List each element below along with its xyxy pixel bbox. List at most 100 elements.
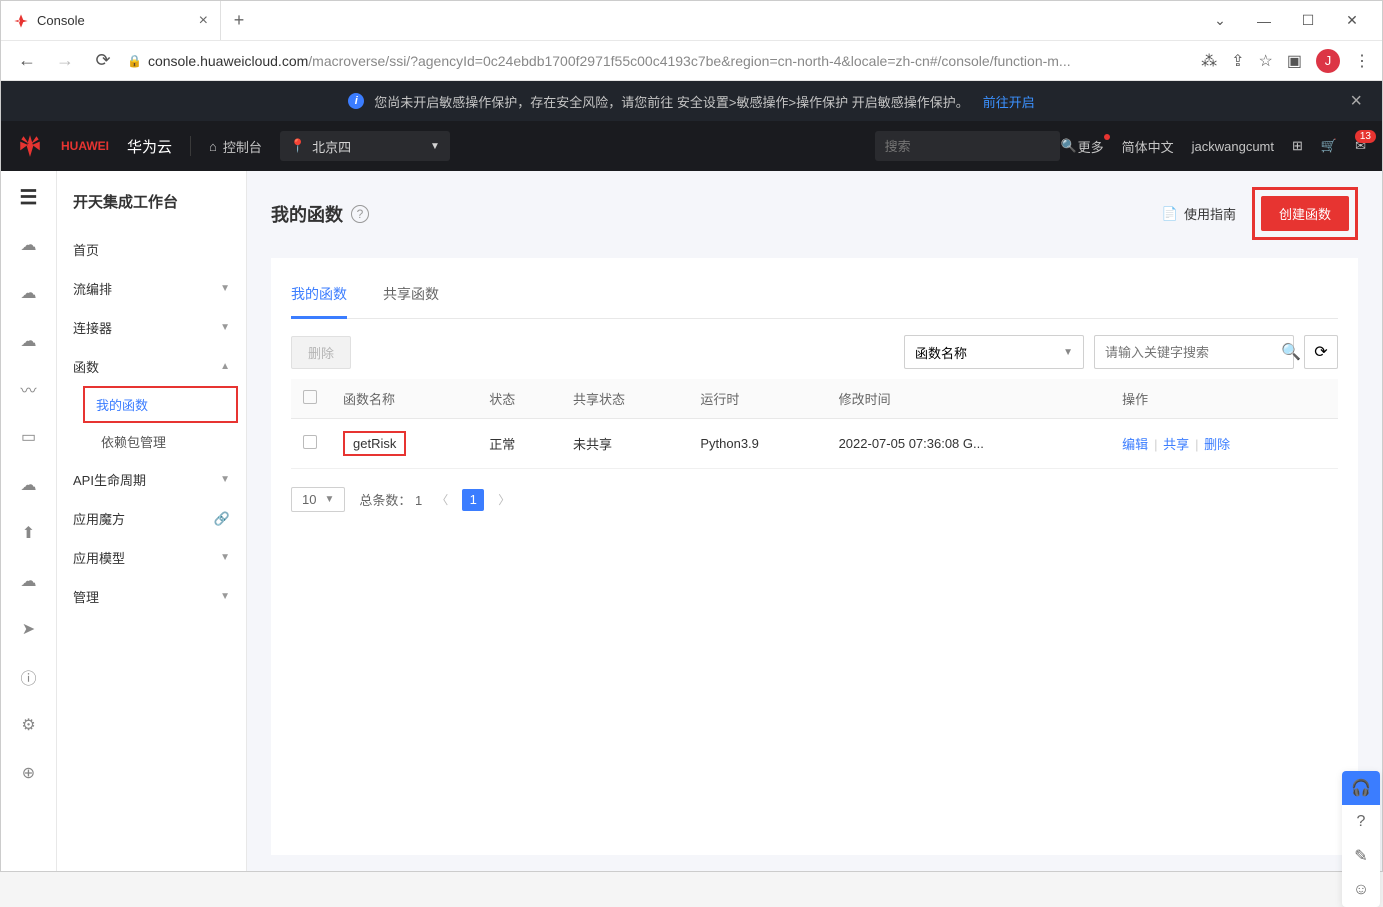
sidebar-item-flow[interactable]: 流编排▼: [57, 269, 246, 308]
current-page[interactable]: 1: [462, 489, 484, 511]
tab-close-icon[interactable]: ×: [199, 12, 208, 30]
tab-shared-functions[interactable]: 共享函数: [383, 276, 439, 318]
col-modify-time: 修改时间: [827, 379, 1110, 419]
sidebar-item-dependencies[interactable]: 依赖包管理: [85, 423, 246, 460]
prev-page-icon[interactable]: 〈: [436, 491, 448, 508]
tab-my-functions[interactable]: 我的函数: [291, 276, 347, 319]
back-icon[interactable]: ←: [13, 50, 41, 71]
cart-icon[interactable]: 🛒: [1321, 138, 1337, 154]
row-actions: 编辑| 共享| 删除: [1110, 419, 1338, 469]
bookmark-icon[interactable]: ☆: [1259, 51, 1273, 71]
refresh-button[interactable]: ⟳: [1304, 335, 1338, 369]
sidebar-item-app-model[interactable]: 应用模型▼: [57, 538, 246, 577]
browser-actions: ⁂ ⇪ ☆ ▣ J ⋮: [1201, 49, 1370, 73]
row-checkbox[interactable]: [303, 435, 317, 449]
support-headset-icon[interactable]: 🎧: [1342, 771, 1380, 805]
more-menu[interactable]: 更多: [1078, 137, 1104, 156]
forward-icon[interactable]: →: [51, 50, 79, 71]
action-share[interactable]: 共享: [1163, 437, 1189, 452]
next-page-icon[interactable]: 〉: [498, 491, 510, 508]
rail-device-icon[interactable]: ▭: [17, 425, 41, 449]
create-button-highlight: 创建函数: [1252, 187, 1358, 240]
search-input[interactable]: [885, 139, 1061, 154]
row-runtime: Python3.9: [688, 419, 826, 469]
rail-cloud4-icon[interactable]: ☁: [17, 473, 41, 497]
chevron-down-icon: ▼: [220, 474, 230, 485]
console-home-link[interactable]: ⌂ 控制台: [209, 137, 262, 156]
icon-rail: ☰ ☁ ☁ ☁ 〰 ▭ ☁ ⬆ ☁ ➤ ⓘ ⚙ ⊕: [1, 171, 57, 871]
security-notice-banner: i 您尚未开启敏感操作保护，存在安全风险，请您前往 安全设置>敏感操作>操作保护…: [1, 81, 1382, 121]
delete-button[interactable]: 删除: [291, 336, 351, 369]
content-panel: 我的函数 共享函数 删除 函数名称 ▼ 🔍 ⟳: [271, 258, 1358, 855]
search-input[interactable]: [1105, 345, 1281, 360]
sidebar-item-api-lifecycle[interactable]: API生命周期▼: [57, 460, 246, 499]
action-delete[interactable]: 删除: [1204, 437, 1230, 452]
sidebar-item-app-cube[interactable]: 应用魔方🔗: [57, 499, 246, 538]
action-edit[interactable]: 编辑: [1122, 437, 1148, 452]
chevron-down-icon: ▼: [324, 494, 334, 505]
sidebar-item-my-functions[interactable]: 我的函数: [83, 386, 238, 423]
sidebar-item-connector[interactable]: 连接器▼: [57, 308, 246, 347]
search-icon[interactable]: 🔍: [1061, 138, 1077, 154]
username-display[interactable]: jackwangcumt: [1192, 139, 1274, 154]
rail-send-icon[interactable]: ➤: [17, 617, 41, 641]
huawei-favicon: [13, 13, 29, 29]
browser-toolbar: ← → ⟳ 🔒 console.huaweicloud.com/macrover…: [1, 41, 1382, 81]
rail-upload-icon[interactable]: ⬆: [17, 521, 41, 545]
rail-globe-icon[interactable]: ⊕: [17, 761, 41, 785]
function-name-link[interactable]: getRisk: [343, 431, 406, 456]
window-dropdown-icon[interactable]: ⌄: [1208, 12, 1232, 29]
extensions-icon[interactable]: ▣: [1287, 51, 1302, 71]
select-all-checkbox[interactable]: [303, 390, 317, 404]
rail-ip-icon[interactable]: ⓘ: [17, 665, 41, 689]
global-topnav: HUAWEI 华为云 ⌂ 控制台 📍 北京四 ▼ 🔍 更多 简体中文 jackw…: [1, 121, 1382, 171]
minimize-icon[interactable]: —: [1252, 13, 1276, 29]
sidebar-item-management[interactable]: 管理▼: [57, 577, 246, 616]
col-status: 状态: [477, 379, 561, 419]
search-icon[interactable]: 🔍: [1281, 342, 1301, 362]
share-icon[interactable]: ⇪: [1231, 51, 1244, 71]
messages-icon[interactable]: ✉ 13: [1355, 138, 1366, 154]
smiley-icon[interactable]: ☺: [1342, 873, 1380, 907]
notice-link[interactable]: 前往开启: [983, 92, 1035, 111]
sidebar-item-function[interactable]: 函数▲: [57, 347, 246, 386]
chevron-down-icon: ▼: [220, 591, 230, 602]
keyword-search[interactable]: 🔍: [1094, 335, 1294, 369]
new-tab-button[interactable]: +: [221, 10, 257, 31]
doc-icon: 📄: [1162, 206, 1178, 222]
sidebar-item-home[interactable]: 首页: [57, 230, 246, 269]
rail-wave-icon[interactable]: 〰: [17, 377, 41, 401]
reload-icon[interactable]: ⟳: [89, 50, 117, 71]
col-name: 函数名称: [331, 379, 477, 419]
create-function-button[interactable]: 创建函数: [1261, 196, 1349, 231]
profile-avatar[interactable]: J: [1316, 49, 1340, 73]
browser-tab[interactable]: Console ×: [1, 1, 221, 40]
feedback-icon[interactable]: ✎: [1342, 839, 1380, 873]
language-selector[interactable]: 简体中文: [1122, 137, 1174, 156]
notice-close-icon[interactable]: ×: [1350, 90, 1362, 113]
close-icon[interactable]: ✕: [1340, 12, 1364, 29]
rail-cloud5-icon[interactable]: ☁: [17, 569, 41, 593]
translate-icon[interactable]: ⁂: [1201, 51, 1217, 71]
menu-toggle-icon[interactable]: ☰: [17, 185, 41, 209]
panel-tabs: 我的函数 共享函数: [291, 276, 1338, 319]
chevron-down-icon: ▼: [430, 141, 440, 152]
notification-dot: [1104, 134, 1110, 140]
logo-text: HUAWEI: [61, 139, 109, 153]
maximize-icon[interactable]: ☐: [1296, 12, 1320, 29]
rail-cloud2-icon[interactable]: ☁: [17, 281, 41, 305]
usage-guide-link[interactable]: 📄 使用指南: [1162, 204, 1236, 223]
enterprise-icon[interactable]: ⊞: [1292, 138, 1303, 154]
rail-cluster-icon[interactable]: ⚙: [17, 713, 41, 737]
rail-cloud3-icon[interactable]: ☁: [17, 329, 41, 353]
filter-field-select[interactable]: 函数名称 ▼: [904, 335, 1084, 369]
rail-cloud-icon[interactable]: ☁: [17, 233, 41, 257]
help-icon[interactable]: ?: [351, 205, 369, 223]
address-bar[interactable]: 🔒 console.huaweicloud.com/macroverse/ssi…: [127, 53, 1191, 69]
help-circle-icon[interactable]: ?: [1342, 805, 1380, 839]
page-size-select[interactable]: 10 ▼: [291, 487, 345, 512]
global-search[interactable]: 🔍: [875, 131, 1060, 161]
region-name: 北京四: [312, 137, 351, 156]
kebab-menu-icon[interactable]: ⋮: [1354, 51, 1370, 71]
region-selector[interactable]: 📍 北京四 ▼: [280, 131, 450, 161]
